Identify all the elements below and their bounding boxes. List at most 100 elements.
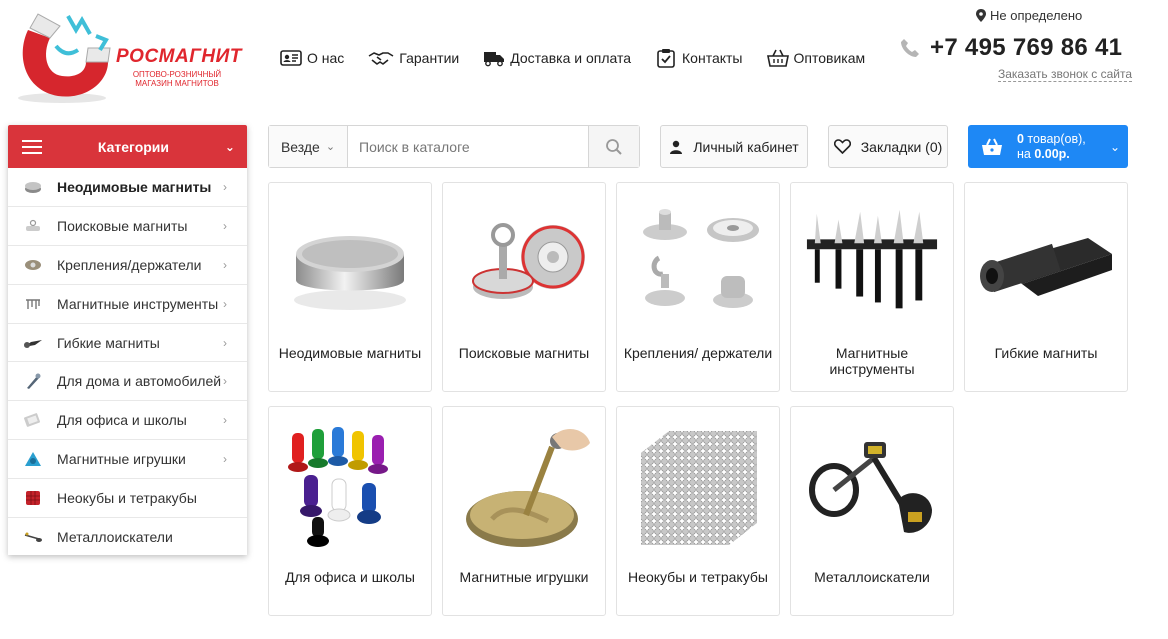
heart-icon: [833, 139, 851, 154]
cart-count: 0: [1017, 131, 1024, 146]
category-neodymium[interactable]: Неодимовые магниты ›: [8, 168, 247, 207]
menu-icon: [22, 139, 42, 154]
chevron-down-icon: ⌄: [224, 139, 235, 154]
category-card-detectors[interactable]: Металлоискатели: [790, 406, 954, 616]
bookmarks-label: Закладки (0): [860, 138, 943, 155]
category-card-title: Магнитные игрушки: [459, 569, 589, 585]
category-card-tools[interactable]: Магнитные инструменты: [790, 182, 954, 392]
categories-toggle[interactable]: Категории ⌄: [8, 125, 247, 168]
cart-summary: 0 товар(ов), на 0.00р.: [1017, 132, 1102, 162]
putty-image: [455, 421, 593, 555]
nav-contacts-label: Контакты: [682, 50, 743, 66]
logo-subtitle-line2: магазин магнитов: [135, 79, 219, 88]
nav-about[interactable]: О нас: [280, 48, 344, 68]
nav-wholesale[interactable]: Оптовикам: [766, 48, 866, 68]
nav-contacts[interactable]: Контакты: [655, 48, 743, 68]
cart-basket-icon: [982, 138, 1002, 155]
metal-detector-icon: [22, 528, 44, 546]
map-pin-icon: [976, 9, 986, 22]
category-card-title: Поисковые магниты: [458, 345, 590, 361]
toy-icon: [22, 450, 44, 468]
logo-subtitle: оптово-розничный магазин магнитов: [122, 70, 232, 88]
chevron-right-icon: ›: [223, 296, 227, 311]
category-label: Магнитные игрушки: [57, 451, 186, 468]
category-card-title: Магнитные инструменты: [829, 345, 915, 377]
category-home-car[interactable]: Для дома и автомобилей ›: [8, 362, 247, 402]
search-scope-select[interactable]: Везде ⌄: [269, 126, 348, 167]
account-label: Личный кабинет: [693, 138, 799, 155]
search-button[interactable]: [588, 126, 639, 167]
tools-icon: [22, 295, 44, 313]
chevron-right-icon: ›: [223, 179, 227, 194]
id-card-icon: [280, 50, 302, 66]
category-card-title: Гибкие магниты: [994, 345, 1098, 361]
categories-title: Категории: [97, 138, 170, 155]
category-card-neodymium[interactable]: Неодимовые магниты: [268, 182, 432, 392]
chevron-down-icon: ⌄: [325, 141, 336, 153]
category-detectors[interactable]: Металлоискатели: [8, 518, 247, 557]
office-icon: [22, 411, 44, 429]
cart-sum-line: на 0.00р.: [1017, 147, 1102, 162]
category-label: Гибкие магниты: [57, 334, 160, 351]
category-label: Для дома и автомобилей: [57, 373, 222, 390]
location-selector[interactable]: Не определено: [976, 8, 1082, 23]
top-navigation: О нас Гарантии Доставка и оплата Контакт…: [280, 48, 865, 68]
chevron-right-icon: ›: [223, 413, 227, 428]
basket-icon: [766, 49, 789, 67]
phone-block: +7 495 769 86 41: [900, 34, 1122, 62]
categories-list: Неодимовые магниты › Поисковые магниты ›…: [8, 168, 247, 557]
logo-title: РОСМАГНИТ: [116, 46, 242, 67]
bookmarks-button[interactable]: Закладки (0): [828, 125, 948, 168]
user-icon: [670, 140, 683, 154]
nav-guarantees[interactable]: Гарантии: [368, 48, 459, 68]
category-toys[interactable]: Магнитные игрушки ›: [8, 440, 247, 480]
category-flexible[interactable]: Гибкие магниты ›: [8, 324, 247, 363]
knife-strip-image: [803, 197, 941, 331]
category-label: Поисковые магниты: [57, 217, 188, 234]
account-button[interactable]: Личный кабинет: [660, 125, 808, 168]
nav-delivery[interactable]: Доставка и оплата: [483, 48, 631, 68]
search-icon: [606, 138, 622, 155]
flex-roll-image: [977, 197, 1115, 331]
category-card-title: Крепления/ держатели: [623, 345, 773, 361]
category-neocubes[interactable]: Неокубы и тетракубы: [8, 479, 247, 519]
category-card-title: Неодимовые магниты: [278, 345, 422, 361]
cart-sum: 0.00р.: [1034, 146, 1070, 161]
nav-wholesale-label: Оптовикам: [793, 50, 866, 66]
category-card-flexible[interactable]: Гибкие магниты: [964, 182, 1128, 392]
category-card-office[interactable]: Для офиса и школы: [268, 406, 432, 616]
category-holders[interactable]: Крепления/держатели ›: [8, 246, 247, 285]
cart-count-line: 0 товар(ов),: [1017, 132, 1102, 147]
category-card-holders[interactable]: Крепления/ держатели: [616, 182, 780, 392]
chevron-right-icon: ›: [223, 374, 227, 389]
cart-sum-prefix: на: [1017, 146, 1035, 161]
category-label: Крепления/держатели: [57, 256, 202, 273]
category-card-search-magnets[interactable]: Поисковые магниты: [442, 182, 606, 392]
location-label: Не определено: [990, 8, 1083, 23]
category-office[interactable]: Для офиса и школы ›: [8, 401, 247, 441]
phone-number[interactable]: +7 495 769 86 41: [930, 34, 1122, 62]
site-logo[interactable]: РОСМАГНИТ оптово-розничный магазин магни…: [16, 10, 241, 106]
detector-image: [803, 421, 941, 555]
callback-link[interactable]: Заказать звонок с сайта: [998, 67, 1133, 82]
category-card-title: Для офиса и школы: [285, 569, 415, 585]
cart-button[interactable]: 0 товар(ов), на 0.00р. ⌄: [968, 125, 1128, 168]
category-card-neocubes[interactable]: Неокубы и тетракубы: [616, 406, 780, 616]
category-card-toys[interactable]: Магнитные игрушки: [442, 406, 606, 616]
category-label: Неодимовые магниты: [57, 178, 212, 195]
chevron-right-icon: ›: [223, 335, 227, 350]
chevron-right-icon: ›: [223, 257, 227, 272]
chevron-right-icon: ›: [223, 452, 227, 467]
search-input[interactable]: [348, 126, 588, 167]
neocube-image: [629, 421, 767, 555]
category-search-magnets[interactable]: Поисковые магниты ›: [8, 207, 247, 246]
chevron-right-icon: ›: [223, 218, 227, 233]
nav-about-label: О нас: [307, 50, 345, 66]
nav-guarantees-label: Гарантии: [399, 50, 460, 66]
car-home-icon: [22, 372, 44, 390]
category-label: Металлоискатели: [57, 529, 173, 546]
category-tools[interactable]: Магнитные инструменты ›: [8, 285, 247, 324]
neodymium-disc-image: [281, 197, 419, 331]
holders-image: [629, 197, 767, 331]
search-scope-label: Везде: [280, 138, 320, 155]
